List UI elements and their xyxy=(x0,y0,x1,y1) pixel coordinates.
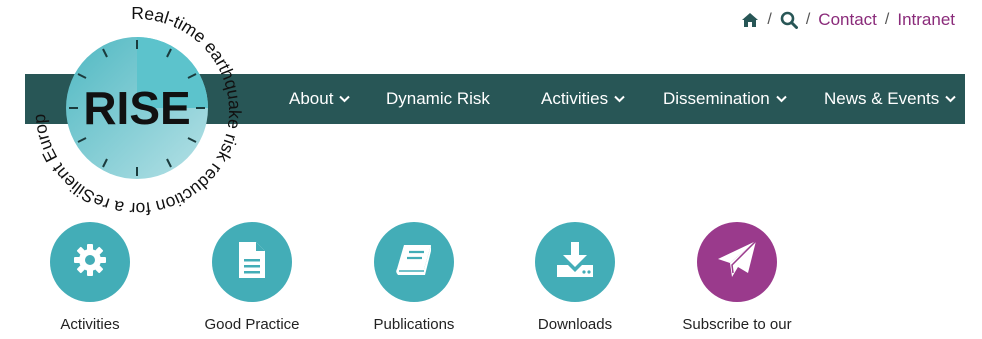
nav-item-dynamic-risk[interactable]: Dynamic Risk xyxy=(362,89,517,109)
home-icon[interactable] xyxy=(741,12,759,28)
intranet-link[interactable]: Intranet xyxy=(897,10,955,30)
rise-logo[interactable]: RISE Real-time earthquake risk reduction… xyxy=(23,0,246,220)
gear-icon xyxy=(72,242,108,283)
contact-link[interactable]: Contact xyxy=(818,10,877,30)
chevron-down-icon xyxy=(945,95,956,103)
document-icon xyxy=(237,241,267,284)
quick-link-circle xyxy=(535,222,615,302)
separator: / xyxy=(767,11,772,28)
quick-link-label: Publications xyxy=(373,316,455,333)
quick-link-good-practice[interactable]: Good Practice xyxy=(171,222,333,333)
nav-items: About Dynamic Risk Activities Disseminat… xyxy=(265,74,965,124)
logo-wordmark: RISE xyxy=(83,82,190,134)
quick-link-circle xyxy=(697,222,777,302)
nav-item-news-events[interactable]: News & Events xyxy=(801,89,965,109)
chevron-down-icon xyxy=(339,95,351,103)
quick-link-downloads[interactable]: Downloads xyxy=(494,222,656,333)
nav-item-label: About xyxy=(289,89,334,108)
book-icon xyxy=(394,242,434,283)
nav-item-label: News & Events xyxy=(824,89,940,108)
quick-link-circle xyxy=(212,222,292,302)
utility-bar: / / Contact / Intranet xyxy=(741,10,955,30)
quick-link-publications[interactable]: Publications xyxy=(333,222,495,333)
quick-link-label: Downloads xyxy=(537,316,613,333)
quick-link-label: Subscribe to our xyxy=(682,316,792,333)
nav-item-label: Activities xyxy=(541,89,609,108)
chevron-down-icon xyxy=(614,95,625,103)
nav-item-activities[interactable]: Activities xyxy=(517,89,639,109)
download-icon xyxy=(555,241,595,284)
nav-item-about[interactable]: About xyxy=(265,89,362,109)
quick-link-label: Good Practice xyxy=(204,316,300,333)
quick-links: Activities Good Practice Publications Do… xyxy=(0,222,982,339)
nav-item-label: Dissemination xyxy=(663,89,770,108)
nav-item-label: Dynamic Risk xyxy=(386,89,490,108)
separator: / xyxy=(805,11,811,28)
quick-link-label: Activities xyxy=(60,316,120,333)
search-icon[interactable] xyxy=(780,11,798,29)
nav-item-dissemination[interactable]: Dissemination xyxy=(639,89,801,109)
quick-link-circle xyxy=(50,222,130,302)
quick-link-subscribe[interactable]: Subscribe to our xyxy=(656,222,818,333)
quick-link-circle xyxy=(374,222,454,302)
chevron-down-icon xyxy=(776,95,787,103)
quick-link-activities[interactable]: Activities xyxy=(9,222,171,333)
paper-plane-icon xyxy=(716,239,758,286)
separator: / xyxy=(884,11,890,28)
